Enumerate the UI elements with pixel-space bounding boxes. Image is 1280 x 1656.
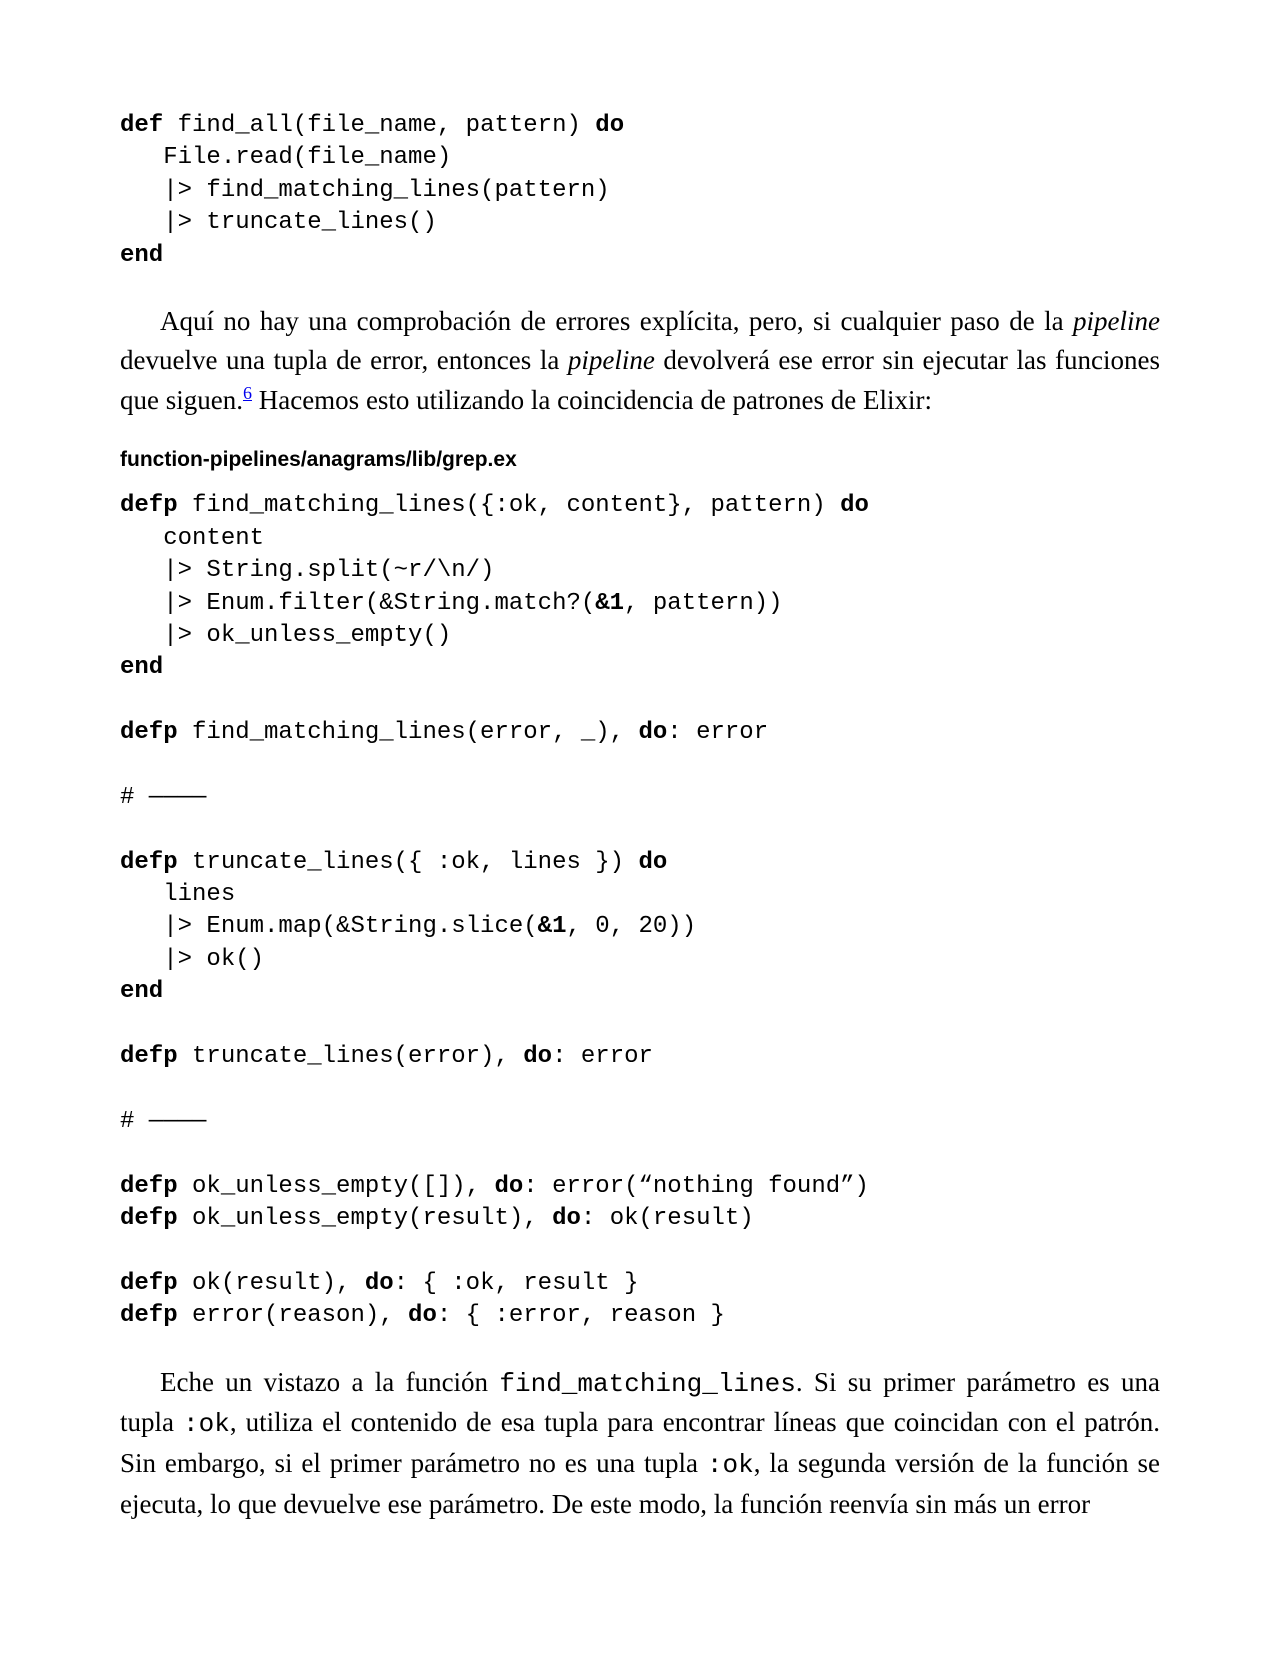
code-text: , 0, 20)) bbox=[566, 913, 696, 940]
code-text: |> Enum.filter(&String.match?( bbox=[120, 590, 595, 617]
keyword-defp: defp bbox=[120, 1270, 178, 1297]
code-line: lines bbox=[120, 881, 235, 908]
code-text: : error bbox=[667, 719, 768, 746]
keyword-do: do bbox=[523, 1043, 552, 1070]
code-line: |> String.split(~r/\n/) bbox=[120, 557, 494, 584]
keyword-end: end bbox=[120, 654, 163, 681]
code-text: : error bbox=[552, 1043, 653, 1070]
code-text: ok(result), bbox=[178, 1270, 365, 1297]
paragraph-2: Eche un vistazo a la función find_matchi… bbox=[120, 1363, 1160, 1524]
code-line: |> find_matching_lines(pattern) bbox=[120, 177, 610, 204]
italic-pipeline: pipeline bbox=[568, 345, 655, 375]
keyword-do: do bbox=[494, 1173, 523, 1200]
keyword-do: do bbox=[840, 492, 869, 519]
keyword-do: do bbox=[408, 1302, 437, 1329]
code-text: find_matching_lines({:ok, content}, patt… bbox=[178, 492, 841, 519]
code-text: ok_unless_empty([]), bbox=[178, 1173, 495, 1200]
keyword-end: end bbox=[120, 978, 163, 1005]
footnote-link-6[interactable]: 6 bbox=[243, 383, 252, 403]
file-path-label: function-pipelines/anagrams/lib/grep.ex bbox=[120, 448, 1160, 472]
text: Hacemos esto utilizando la coincidencia … bbox=[252, 385, 932, 415]
inline-code-find-matching-lines: find_matching_lines bbox=[499, 1369, 795, 1399]
keyword-defp: defp bbox=[120, 719, 178, 746]
code-line: |> ok_unless_empty() bbox=[120, 622, 451, 649]
code-text: error(reason), bbox=[178, 1302, 408, 1329]
text: Eche un vistazo a la función bbox=[160, 1367, 499, 1397]
code-text: |> Enum.map(&String.slice( bbox=[120, 913, 538, 940]
keyword-def: def bbox=[120, 112, 163, 139]
code-text: find_all(file_name, pattern) bbox=[163, 112, 595, 139]
keyword-amp1: &1 bbox=[595, 590, 624, 617]
code-block-find-all: def find_all(file_name, pattern) do File… bbox=[120, 110, 1160, 272]
inline-code-ok-atom: :ok bbox=[183, 1409, 230, 1439]
keyword-do: do bbox=[638, 719, 667, 746]
code-text: , pattern)) bbox=[624, 590, 782, 617]
keyword-defp: defp bbox=[120, 1205, 178, 1232]
code-text: ok_unless_empty(result), bbox=[178, 1205, 552, 1232]
keyword-do: do bbox=[638, 849, 667, 876]
code-line: File.read(file_name) bbox=[120, 144, 451, 171]
code-text: : { :error, reason } bbox=[437, 1302, 725, 1329]
code-block-grep: defp find_matching_lines({:ok, content},… bbox=[120, 490, 1160, 1332]
code-line: |> ok() bbox=[120, 946, 264, 973]
code-text: : error(“nothing found”) bbox=[523, 1173, 869, 1200]
italic-pipeline: pipeline bbox=[1073, 306, 1160, 336]
text: devuelve una tupla de error, entonces la bbox=[120, 345, 568, 375]
keyword-defp: defp bbox=[120, 1043, 178, 1070]
code-text: find_matching_lines(error, _), bbox=[178, 719, 639, 746]
code-comment: # ———— bbox=[120, 1108, 206, 1135]
inline-code-ok-atom: :ok bbox=[707, 1450, 754, 1480]
keyword-do: do bbox=[595, 112, 624, 139]
keyword-defp: defp bbox=[120, 849, 178, 876]
code-text: : ok(result) bbox=[581, 1205, 754, 1232]
code-text: truncate_lines({ :ok, lines }) bbox=[178, 849, 639, 876]
code-line: content bbox=[120, 525, 264, 552]
code-text: : { :ok, result } bbox=[394, 1270, 639, 1297]
keyword-do: do bbox=[552, 1205, 581, 1232]
paragraph-1: Aquí no hay una comprobación de errores … bbox=[120, 302, 1160, 420]
code-comment: # ———— bbox=[120, 784, 206, 811]
code-text: truncate_lines(error), bbox=[178, 1043, 524, 1070]
keyword-defp: defp bbox=[120, 1173, 178, 1200]
keyword-end: end bbox=[120, 242, 163, 269]
keyword-do: do bbox=[365, 1270, 394, 1297]
keyword-defp: defp bbox=[120, 1302, 178, 1329]
keyword-defp: defp bbox=[120, 492, 178, 519]
keyword-amp1: &1 bbox=[538, 913, 567, 940]
text: Aquí no hay una comprobación de errores … bbox=[160, 306, 1073, 336]
code-line: |> truncate_lines() bbox=[120, 209, 437, 236]
page: def find_all(file_name, pattern) do File… bbox=[0, 0, 1280, 1656]
